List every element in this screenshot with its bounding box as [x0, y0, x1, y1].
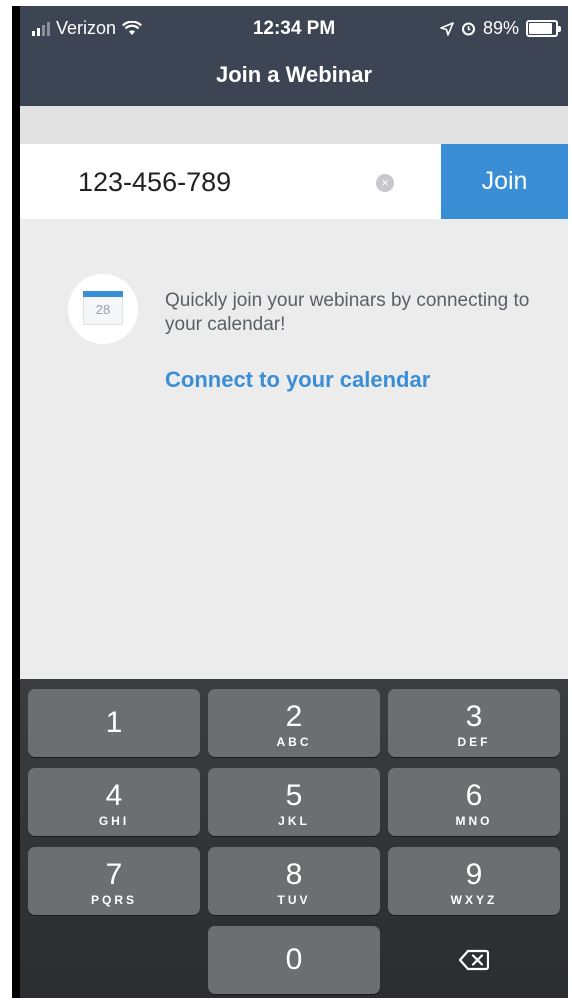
key-1[interactable]: 1 [28, 689, 200, 757]
calendar-promo: 28 Quickly join your webinars by connect… [20, 219, 568, 679]
numeric-keypad: 1 2 ABC 3 DEF 4 GHI 5 JKL 6 MNO 7 PQRS 8… [20, 679, 568, 998]
key-letters: TUV [277, 893, 311, 907]
key-3[interactable]: 3 DEF [388, 689, 560, 757]
key-digit: 8 [285, 858, 303, 891]
battery-percent: 89% [482, 18, 519, 38]
phone-frame: Verizon 12:34 PM 89% Join a Webinar 123-… [12, 6, 568, 998]
join-button[interactable]: Join [441, 144, 568, 219]
key-digit: 5 [285, 779, 303, 812]
key-2[interactable]: 2 ABC [208, 689, 380, 757]
key-0[interactable]: 0 [208, 926, 380, 994]
key-letters: PQRS [90, 893, 137, 907]
battery-icon [526, 20, 561, 37]
key-letters: JKL [278, 814, 310, 828]
key-digit: 1 [105, 706, 123, 739]
key-7[interactable]: 7 PQRS [28, 847, 200, 915]
connect-calendar-link[interactable]: Connect to your calendar [165, 367, 430, 393]
key-letters: WXYZ [450, 893, 498, 907]
key-6[interactable]: 6 MNO [388, 768, 560, 836]
navigation-header: Verizon 12:34 PM 89% Join a Webinar [20, 6, 568, 106]
page-title: Join a Webinar [215, 62, 373, 87]
screen: Verizon 12:34 PM 89% Join a Webinar 123-… [20, 6, 568, 998]
calendar-icon: 28 [83, 291, 123, 325]
clear-circle-icon[interactable]: × [376, 174, 394, 192]
key-letters: MNO [455, 814, 493, 828]
alarm-clock-icon [461, 22, 475, 36]
key-4[interactable]: 4 GHI [28, 768, 200, 836]
key-digit: 6 [465, 779, 483, 812]
status-right: 89% [440, 18, 561, 39]
location-arrow-icon [440, 21, 454, 36]
backspace-icon [459, 949, 489, 971]
key-digit: 3 [465, 700, 483, 733]
key-letters: DEF [457, 735, 491, 749]
calendar-badge: 28 [68, 274, 138, 344]
status-bar: Verizon 12:34 PM 89% [20, 14, 568, 48]
calendar-promo-message: Quickly join your webinars by connecting… [165, 290, 530, 335]
key-letters: ABC [276, 735, 312, 749]
join-form: × Join [20, 144, 568, 219]
key-letters: GHI [98, 814, 130, 828]
webinar-id-input[interactable] [76, 158, 370, 206]
key-digit: 2 [285, 700, 303, 733]
key-8[interactable]: 8 TUV [208, 847, 380, 915]
key-5[interactable]: 5 JKL [208, 768, 380, 836]
key-digit: 0 [285, 943, 303, 976]
key-digit: 7 [105, 858, 123, 891]
key-digit: 9 [465, 858, 483, 891]
key-9[interactable]: 9 WXYZ [388, 847, 560, 915]
header-spacer [20, 106, 568, 144]
key-digit: 4 [105, 779, 123, 812]
calendar-day: 28 [95, 302, 111, 317]
backspace-key[interactable] [388, 926, 560, 994]
